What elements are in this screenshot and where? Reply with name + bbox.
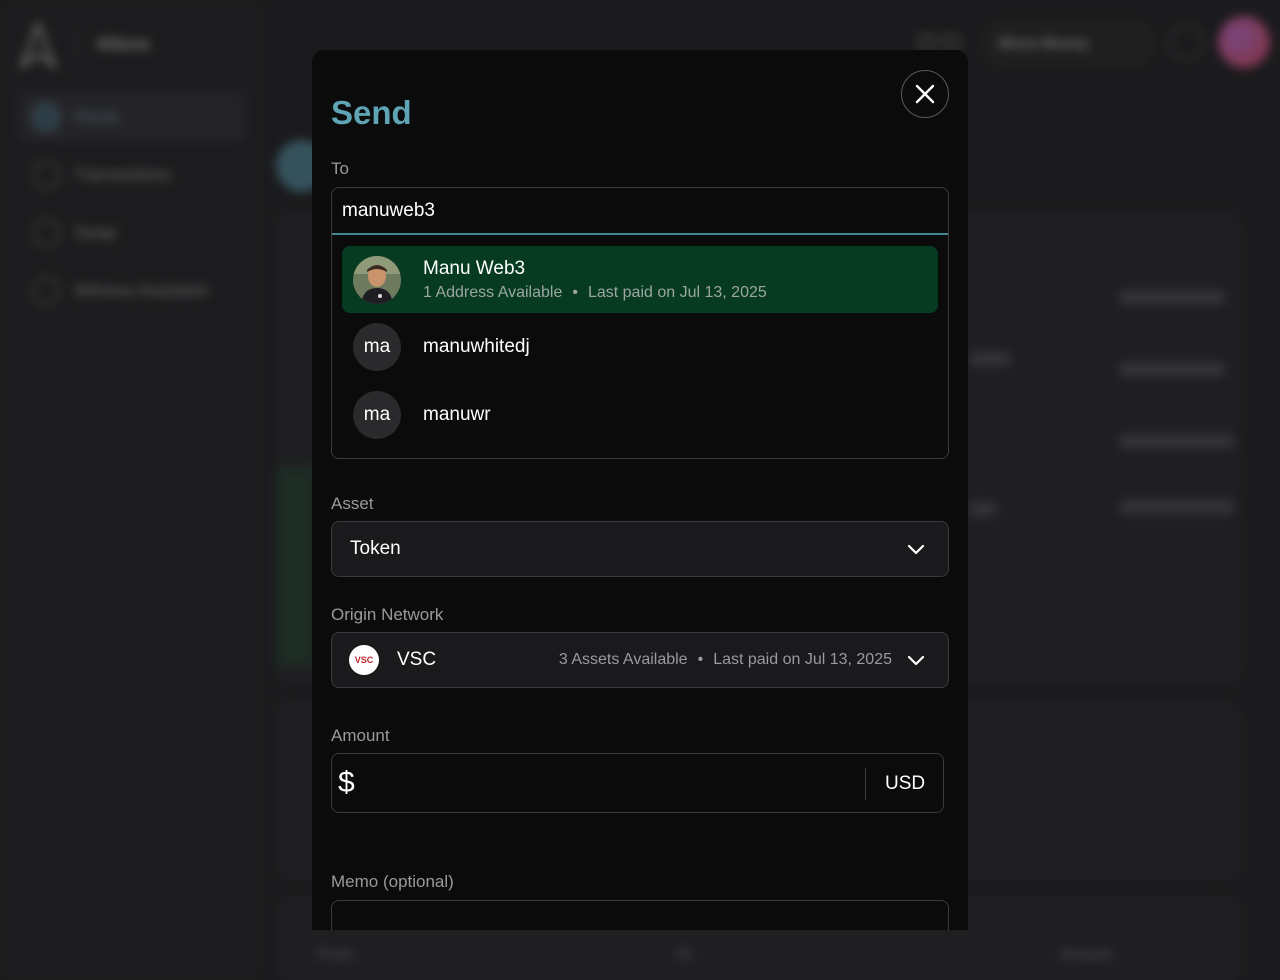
suggestion-name: manuwhitedj bbox=[423, 335, 530, 357]
chevron-down-icon bbox=[907, 544, 925, 555]
origin-network-label: Origin Network bbox=[331, 605, 444, 624]
asset-count: 3 Assets Available bbox=[558, 651, 688, 668]
sidebar: Aliens Home Transactions Swap Witness As… bbox=[0, 0, 262, 980]
sidebar-nav: Home Transactions Swap Witness Assistant bbox=[18, 92, 246, 324]
recipient-input[interactable] bbox=[332, 188, 948, 235]
sidebar-item-label: Witness Assistant bbox=[74, 281, 208, 300]
blurred-value bbox=[1120, 434, 1234, 448]
suggestion-manu-web3[interactable]: Manu Web3 1 Address Available • Last paid … bbox=[342, 246, 938, 313]
amount-label: Amount bbox=[331, 726, 390, 745]
suggestion-name: manuwr bbox=[423, 403, 491, 425]
home-icon bbox=[32, 103, 60, 131]
dollar-icon: $ bbox=[338, 766, 355, 799]
table-header-amount: Amount bbox=[1060, 946, 1112, 963]
blurred-value bbox=[1120, 500, 1234, 514]
origin-network-select[interactable]: VSC VSC 3 Assets Available • Last paid on … bbox=[331, 632, 949, 688]
blurred-value bbox=[1120, 362, 1224, 376]
close-icon bbox=[915, 84, 935, 104]
modal-title: Send bbox=[331, 94, 412, 131]
background-highlight bbox=[276, 466, 316, 666]
table-header-from: From bbox=[318, 946, 353, 963]
memo-input[interactable] bbox=[332, 901, 948, 930]
suggestion-name: Manu Web3 bbox=[423, 257, 526, 279]
address-count: 1 Address Available bbox=[423, 283, 563, 301]
amount-input[interactable] bbox=[368, 760, 858, 806]
sidebar-item-home[interactable]: Home bbox=[18, 92, 246, 142]
close-button[interactable] bbox=[901, 70, 949, 118]
vsc-logo-icon: VSC bbox=[349, 645, 379, 675]
table-header-to: To bbox=[676, 946, 692, 963]
swap-icon bbox=[32, 219, 60, 247]
app-logo-icon bbox=[20, 22, 56, 68]
blurred-value bbox=[970, 502, 996, 516]
asset-label: Asset bbox=[331, 494, 374, 513]
memo-field bbox=[331, 900, 949, 930]
suggestion-manuwhitedj[interactable]: ma manuwhitedj bbox=[342, 313, 938, 380]
move-money-button[interactable]: Move Money bbox=[984, 22, 1154, 64]
last-paid: Last paid on Jul 13, 2025 bbox=[713, 651, 892, 668]
avatar bbox=[353, 255, 401, 304]
sidebar-item-label: Swap bbox=[74, 223, 117, 242]
amount-field: $ USD bbox=[331, 753, 944, 813]
network-meta: 3 Assets Available • Last paid on Jul 13, … bbox=[559, 651, 892, 669]
send-modal: Send To Manu Web3 1 Address Available • La… bbox=[312, 50, 968, 930]
globe-icon bbox=[32, 277, 60, 305]
network-name: VSC bbox=[397, 649, 437, 670]
suggestion-meta: 1 Address Available • Last paid on Jul 13,… bbox=[423, 284, 767, 302]
avatar: ma bbox=[353, 322, 401, 371]
chevron-down-icon bbox=[907, 655, 925, 666]
amount-divider bbox=[865, 768, 866, 800]
asset-select[interactable]: Token bbox=[331, 521, 949, 577]
sidebar-item-label: Transactions bbox=[74, 165, 171, 184]
suggestion-manuwr[interactable]: ma manuwr bbox=[342, 381, 938, 448]
notifications-icon[interactable] bbox=[1168, 24, 1204, 60]
to-label: To bbox=[331, 159, 349, 178]
meta-separator: • bbox=[697, 651, 704, 668]
asset-value: Token bbox=[350, 538, 401, 559]
blurred-value bbox=[970, 352, 1010, 366]
sidebar-item-transactions[interactable]: Transactions bbox=[18, 150, 246, 200]
sidebar-item-label: Home bbox=[74, 107, 120, 126]
meta-separator: • bbox=[572, 283, 578, 301]
user-avatar[interactable] bbox=[1218, 16, 1270, 68]
currency-toggle[interactable]: USD bbox=[885, 773, 925, 795]
language-icon[interactable] bbox=[918, 34, 962, 50]
sidebar-item-swap[interactable]: Swap bbox=[18, 208, 246, 258]
sidebar-item-witness-assistant[interactable]: Witness Assistant bbox=[18, 266, 246, 316]
last-paid: Last paid on Jul 13, 2025 bbox=[587, 283, 767, 301]
user-photo-icon bbox=[353, 255, 401, 304]
avatar: ma bbox=[353, 390, 401, 439]
memo-label: Memo (optional) bbox=[331, 872, 454, 891]
blurred-value bbox=[1120, 290, 1224, 304]
brand-name: Aliens bbox=[96, 34, 151, 54]
logo-divider bbox=[76, 26, 77, 60]
receipt-icon bbox=[32, 161, 60, 189]
recipient-combobox: Manu Web3 1 Address Available • Last paid … bbox=[331, 187, 949, 459]
